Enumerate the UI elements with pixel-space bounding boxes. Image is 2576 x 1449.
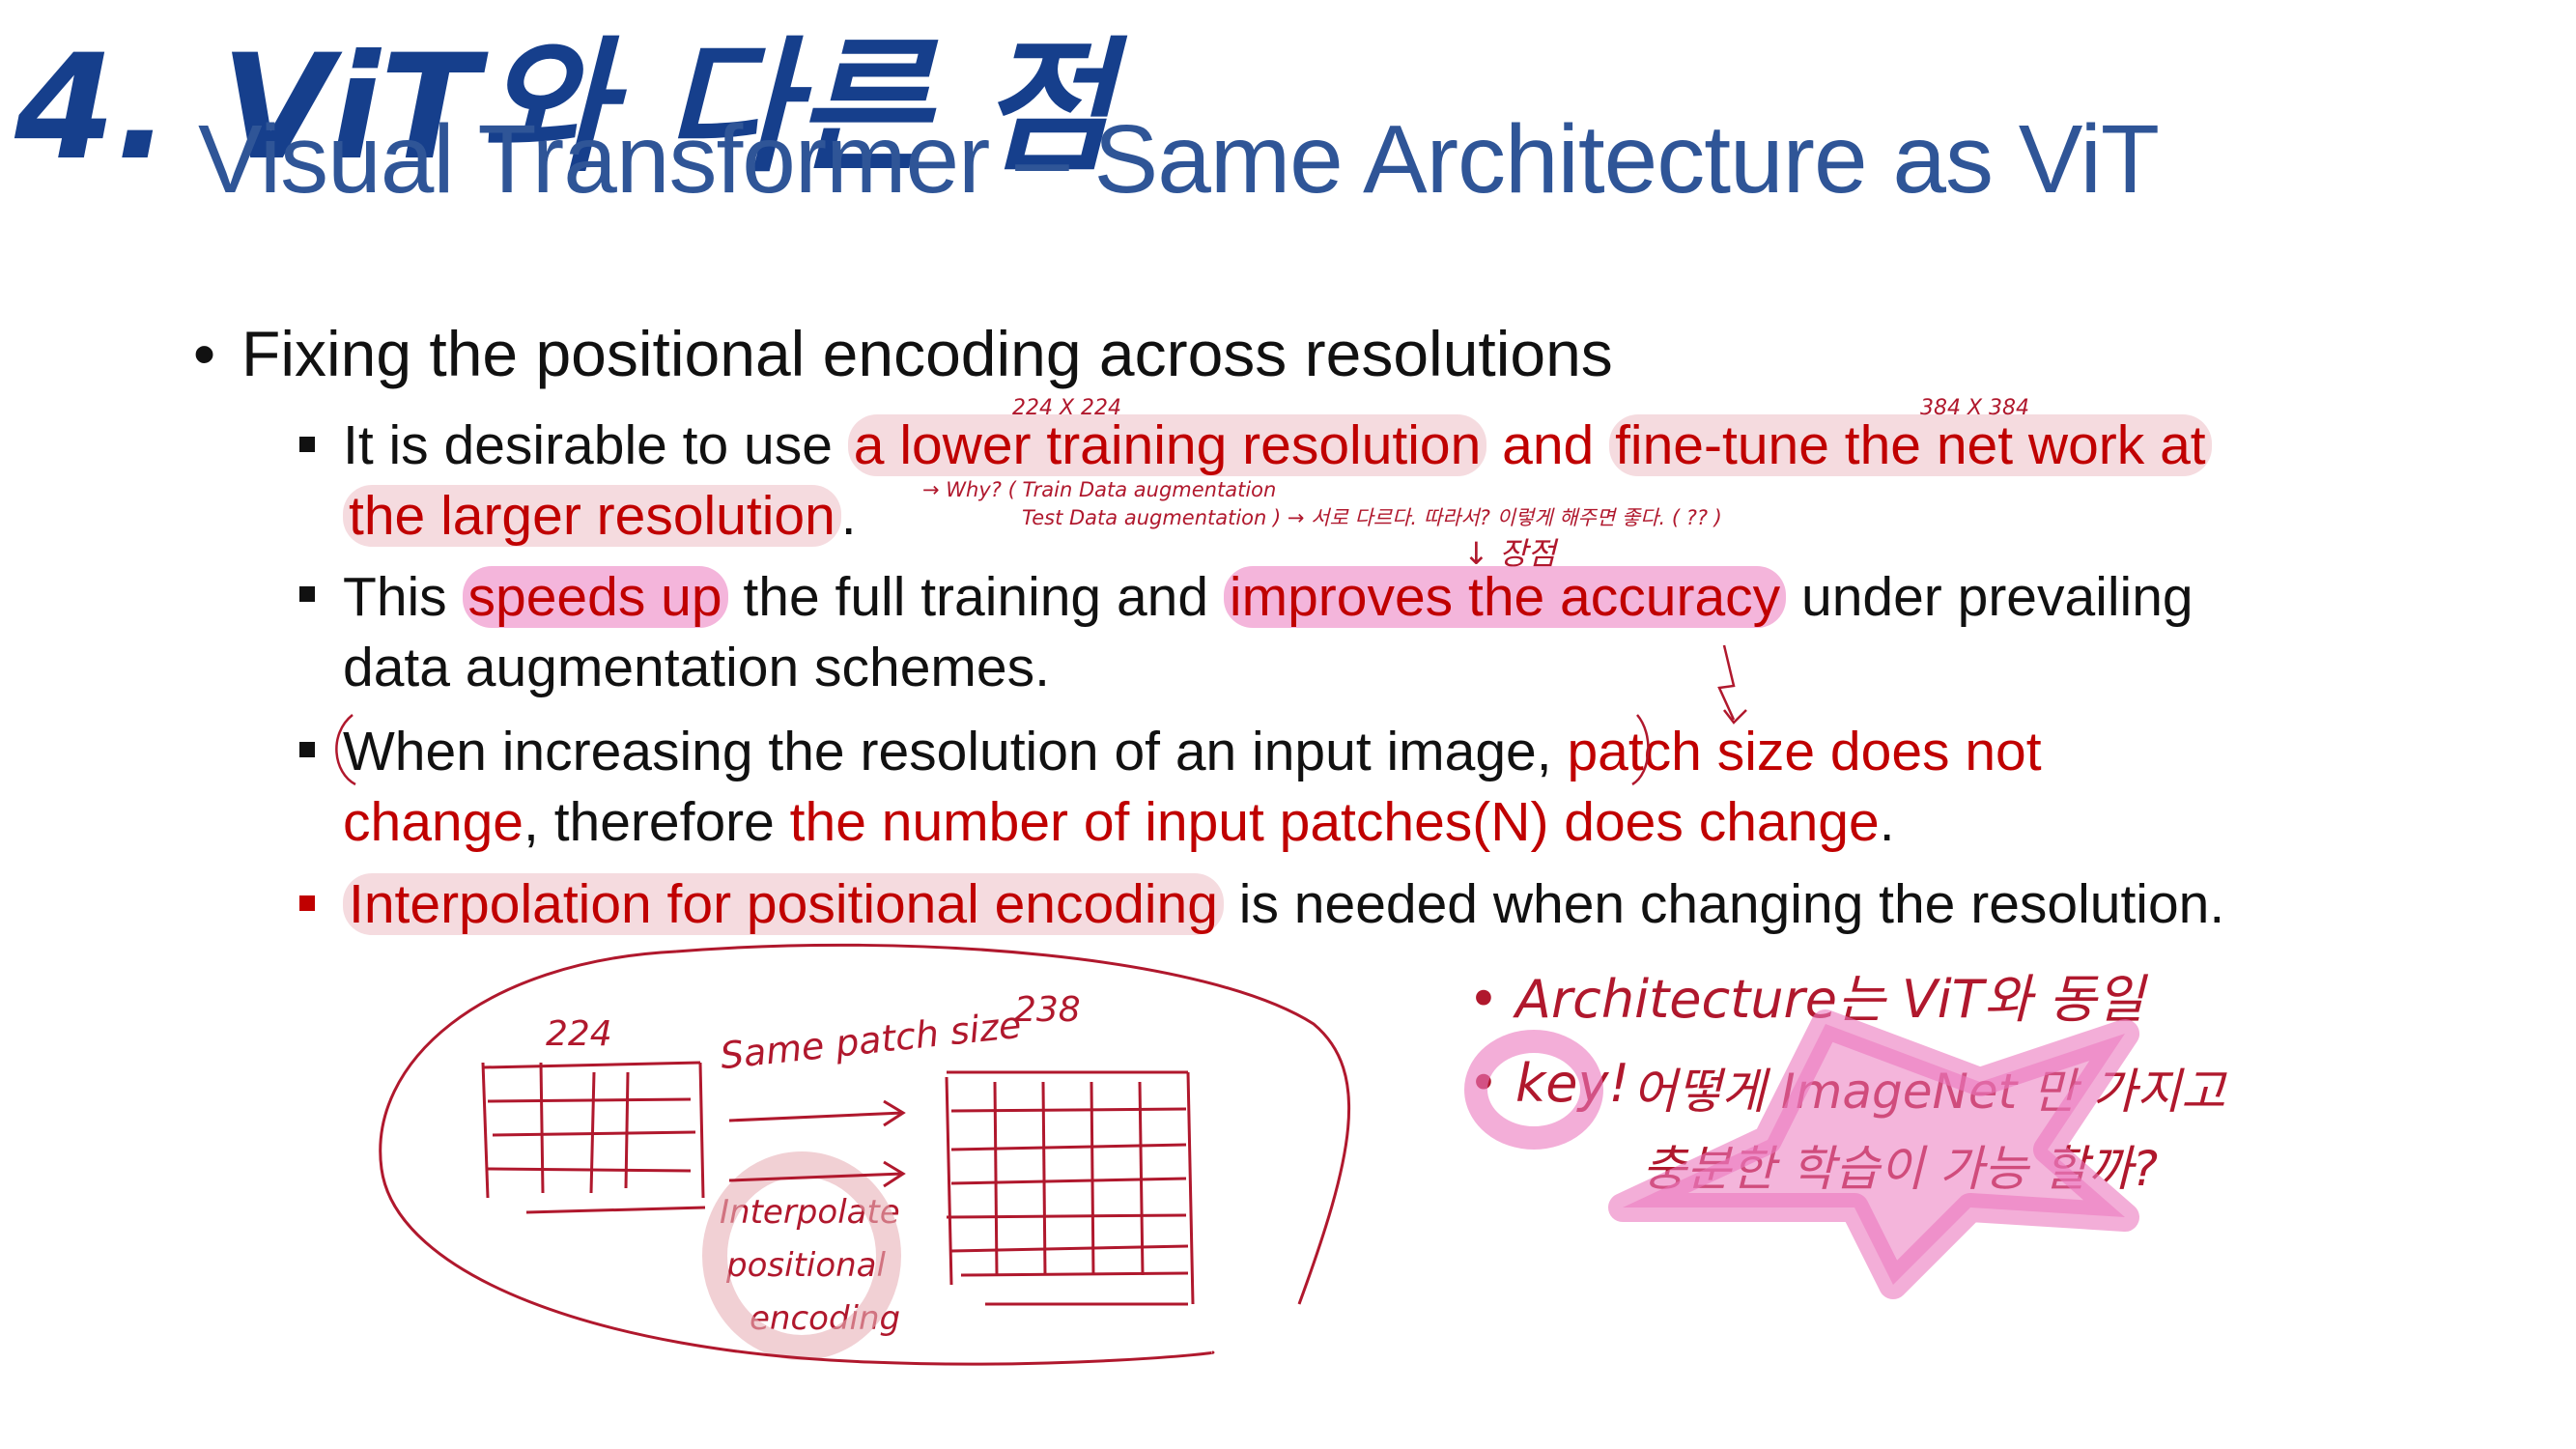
ink-layer — [335, 644, 2139, 1366]
paren-close — [1631, 714, 1650, 786]
left-patch-grid — [481, 1061, 706, 1214]
right-patch-grid — [945, 1070, 1195, 1306]
paren-open — [335, 714, 356, 786]
lightning-arrow-icon — [1717, 644, 1736, 721]
key-circle-highlight — [1464, 1030, 1603, 1150]
interpolate-circle-highlight — [702, 1151, 901, 1360]
star-highlight-icon — [1608, 1009, 2139, 1299]
